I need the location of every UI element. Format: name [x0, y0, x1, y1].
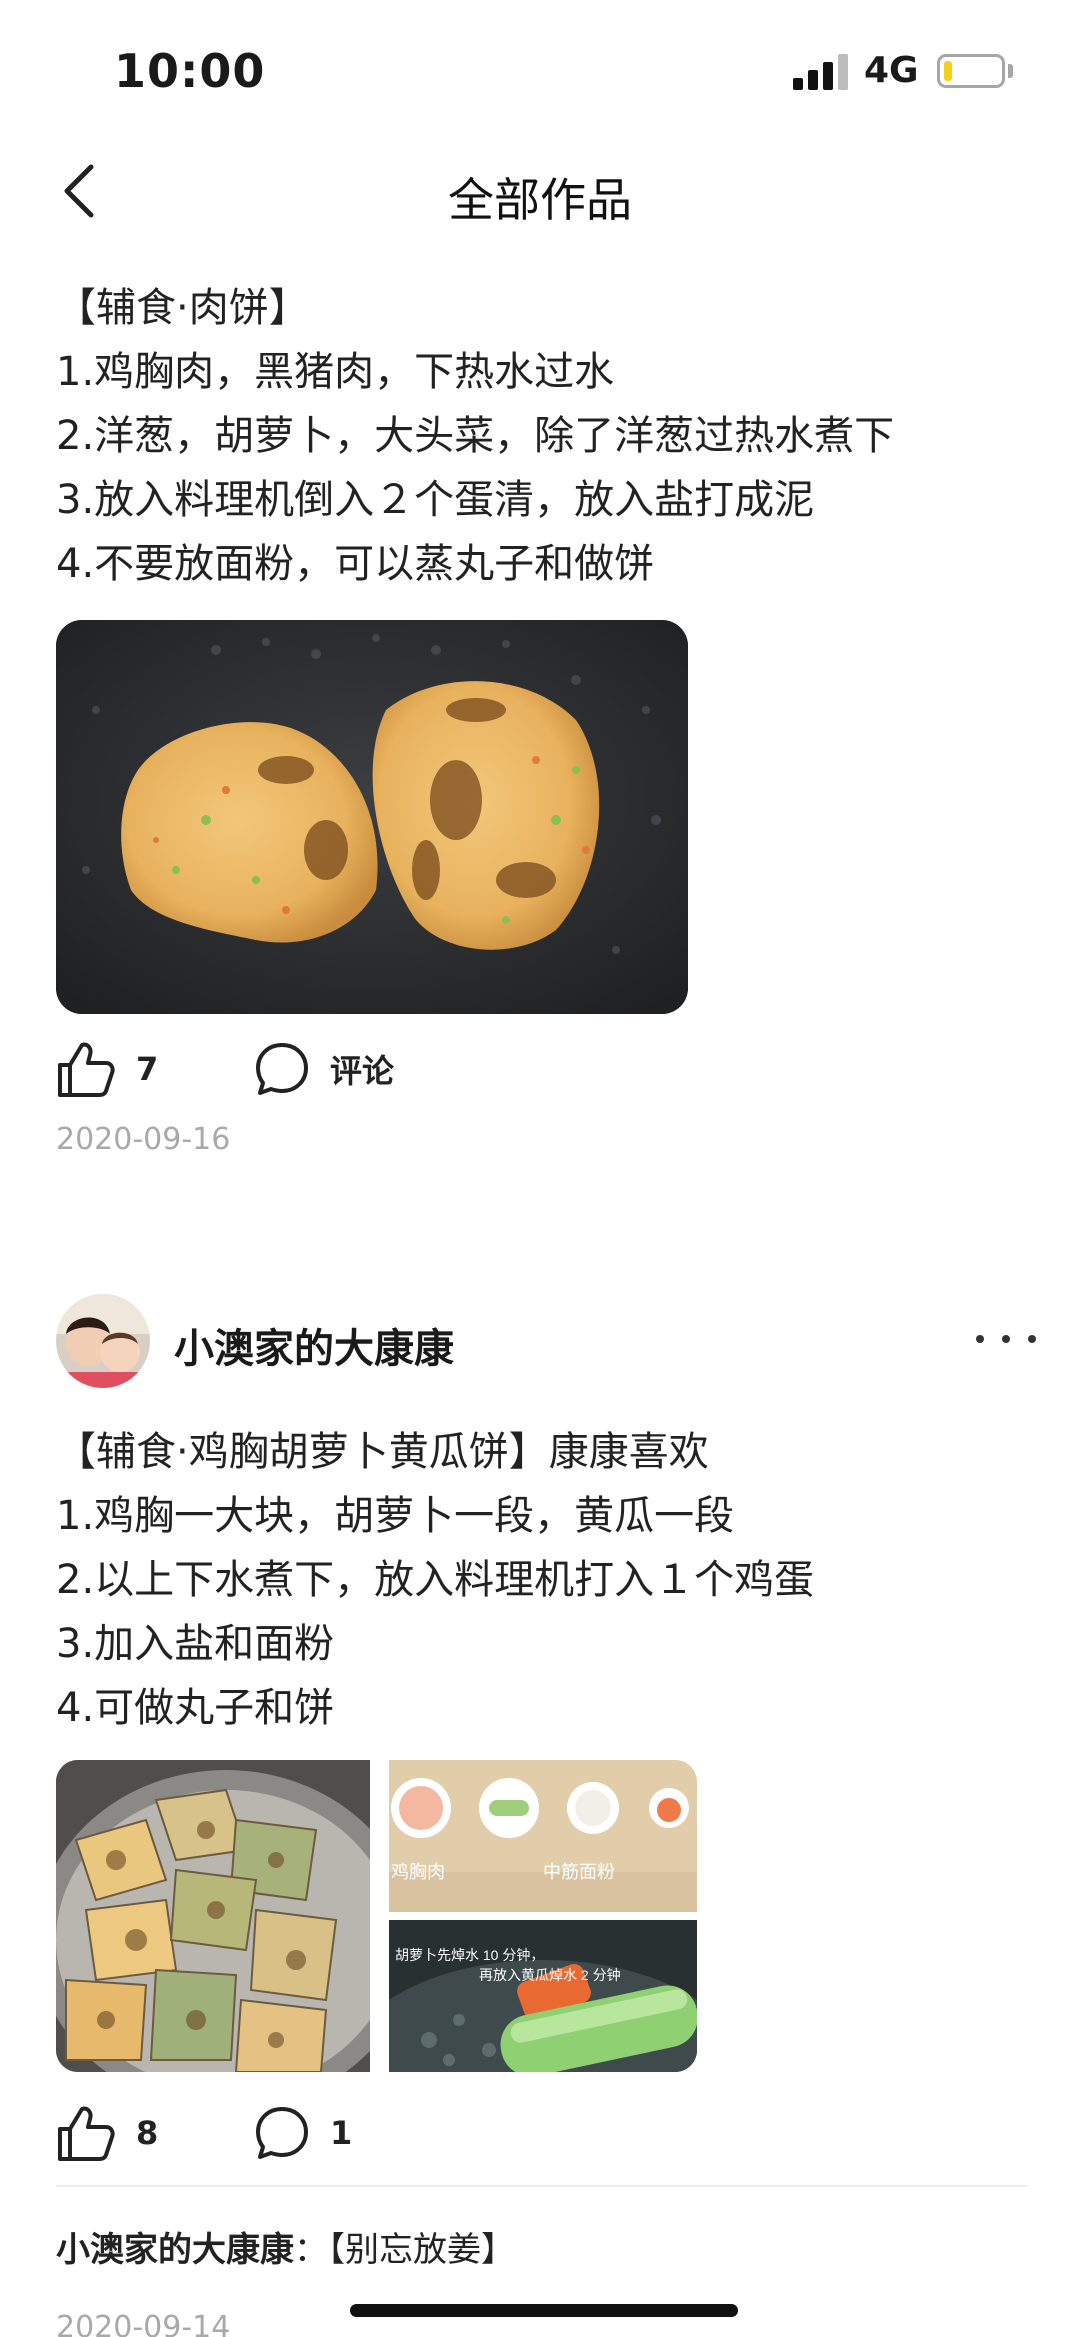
- post-line: 4.可做丸子和饼: [56, 1685, 335, 1731]
- status-bar: 10:00 4G: [0, 0, 1080, 140]
- more-dot: [1028, 1335, 1036, 1343]
- boiling-pot-photo: 胡萝卜先焯水 10 分钟， 再放入黄瓜焯水 2 分钟: [389, 1920, 697, 2072]
- like-button[interactable]: 7: [56, 1034, 158, 1104]
- status-time: 10:00: [114, 44, 266, 98]
- more-dot: [1002, 1335, 1010, 1343]
- comment-colon: ：: [294, 2230, 328, 2270]
- divider: [56, 2185, 1028, 2187]
- comment-button[interactable]: 评论: [254, 1034, 394, 1104]
- more-dot: [976, 1335, 984, 1343]
- comment-button[interactable]: 1: [254, 2098, 352, 2168]
- comment[interactable]: 小澳家的大康康：【别忘放姜】: [56, 2222, 515, 2271]
- post-actions: 7 评论: [56, 1034, 1016, 1104]
- post-title: 【辅食·肉饼】: [56, 285, 309, 331]
- avatar-photo: [56, 1294, 150, 1388]
- thumbs-up-icon: [58, 1042, 115, 1097]
- comment-count: 1: [330, 2114, 353, 2152]
- post-photo[interactable]: [56, 620, 688, 1014]
- post-date: 2020-09-16: [56, 1122, 231, 1157]
- caption-boil-2: 再放入黄瓜焯水 2 分钟: [479, 1967, 621, 1983]
- author-name[interactable]: 小澳家的大康康: [174, 1316, 454, 1374]
- post-line: 1.鸡胸一大块，胡萝卜一段，黄瓜一段: [56, 1493, 735, 1539]
- thumbs-up-icon: [58, 2106, 115, 2161]
- comment-text: 【别忘放姜】: [328, 2230, 515, 2270]
- post-photo[interactable]: 胡萝卜先焯水 10 分钟， 再放入黄瓜焯水 2 分钟: [389, 1920, 697, 2072]
- post-photo[interactable]: 鸡胸肉 中筋面粉: [389, 1760, 697, 1912]
- nav-bar: 全部作品: [0, 140, 1080, 244]
- signal-icon: [793, 54, 849, 90]
- battery-fill: [944, 61, 952, 81]
- like-button[interactable]: 8: [56, 2098, 158, 2168]
- ingredients-photo: 鸡胸肉 中筋面粉: [389, 1760, 697, 1912]
- post-line: 2.以上下水煮下，放入料理机打入１个鸡蛋: [56, 1557, 815, 1603]
- comment-bubble-icon: [256, 1043, 308, 1095]
- meat-patty-photo: [56, 620, 688, 1014]
- comment-bubble-icon: [256, 2107, 308, 2159]
- home-indicator[interactable]: [350, 2304, 738, 2317]
- more-options-button[interactable]: [976, 1314, 1036, 1364]
- post-line: 3.加入盐和面粉: [56, 1621, 335, 1667]
- post-line: 3.放入料理机倒入２个蛋清，放入盐打成泥: [56, 477, 815, 523]
- caption-flour: 中筋面粉: [543, 1862, 615, 1882]
- like-count: 8: [136, 2114, 159, 2152]
- post-actions: 8 1: [56, 2098, 1016, 2168]
- author-row: 小澳家的大康康: [56, 1294, 1036, 1392]
- comment-label: 评论: [330, 1052, 395, 1090]
- post-line: 4.不要放面粉，可以蒸丸子和做饼: [56, 541, 655, 587]
- battery-icon: [937, 54, 1005, 88]
- post-text: 【辅食·肉饼】 1.鸡胸肉，黑猪肉，下热水过水 2.洋葱，胡萝卜，大头菜，除了洋…: [56, 276, 894, 596]
- post-title: 【辅食·鸡胸胡萝卜黄瓜饼】康康喜欢: [56, 1429, 709, 1475]
- caption-chicken: 鸡胸肉: [391, 1862, 445, 1882]
- page-title: 全部作品: [448, 173, 632, 227]
- network-type: 4G: [864, 50, 919, 91]
- post-line: 2.洋葱，胡萝卜，大头菜，除了洋葱过热水煮下: [56, 413, 895, 459]
- avatar[interactable]: [56, 1294, 150, 1388]
- caption-boil: 胡萝卜先焯水 10 分钟，: [395, 1947, 544, 1963]
- veggie-patties-photo: [56, 1760, 370, 2072]
- comment-author[interactable]: 小澳家的大康康: [56, 2230, 294, 2270]
- post-date: 2020-09-14: [56, 2310, 231, 2337]
- post-text: 【辅食·鸡胸胡萝卜黄瓜饼】康康喜欢 1.鸡胸一大块，胡萝卜一段，黄瓜一段 2.以…: [56, 1420, 814, 1740]
- battery-cap: [1008, 64, 1013, 78]
- like-count: 7: [136, 1050, 159, 1088]
- post-line: 1.鸡胸肉，黑猪肉，下热水过水: [56, 349, 615, 395]
- post-photo[interactable]: [56, 1760, 370, 2072]
